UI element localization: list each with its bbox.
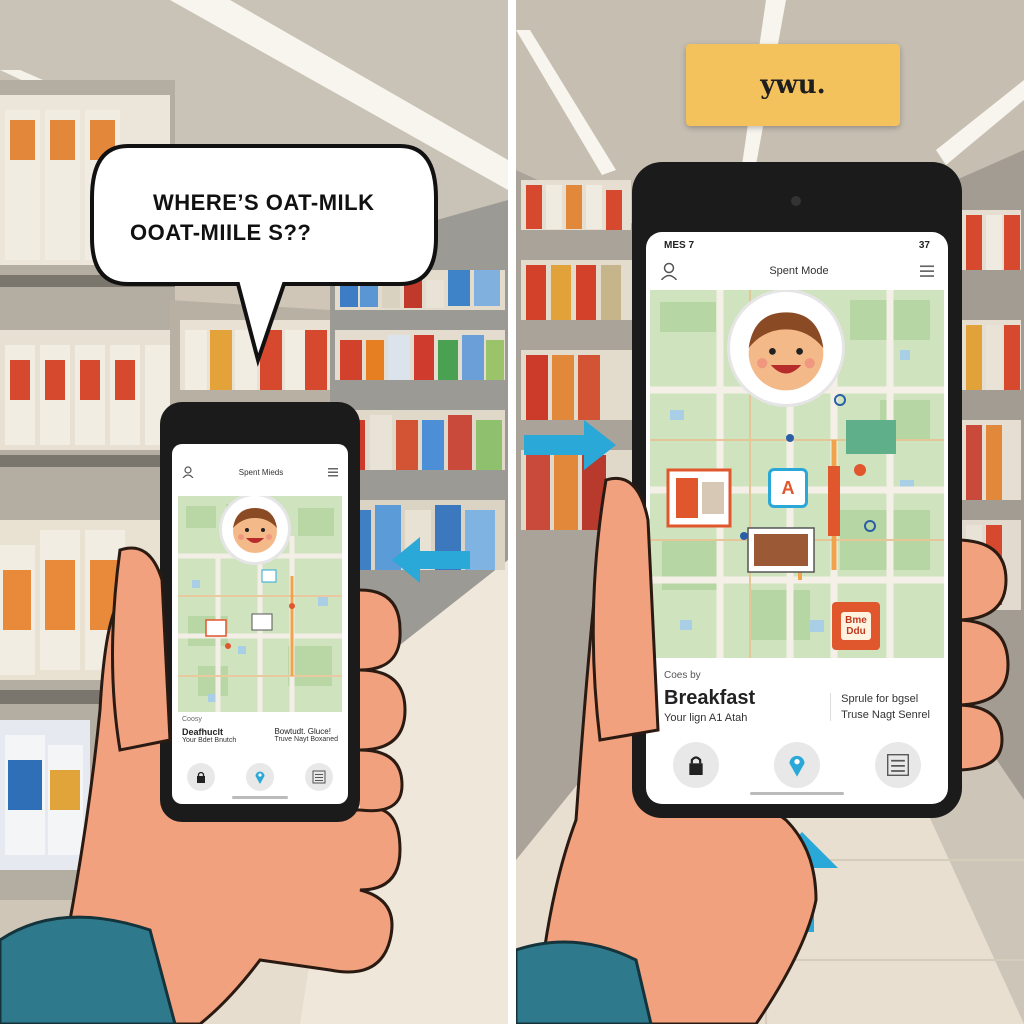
phone-notch [742, 176, 852, 196]
sleeve-left [0, 915, 177, 1024]
info-card[interactable]: Coes by Breakfast Your lign A1 Atah Spru… [646, 670, 948, 734]
status-left: MES 7 [664, 240, 695, 251]
home-indicator [750, 792, 844, 795]
location-pin-icon [255, 771, 265, 784]
info-subtitle: Your lign A1 Atah [664, 712, 748, 724]
list-icon [886, 754, 909, 776]
menu-icon[interactable] [328, 467, 338, 477]
list-button[interactable] [304, 763, 333, 791]
user-icon[interactable] [660, 262, 678, 280]
thumb-right [591, 477, 660, 742]
product-marker[interactable]: Bme Ddu [832, 602, 880, 650]
info-right-line-1: Sprule for bgsel [841, 693, 919, 705]
store-sign: ywu. [686, 44, 900, 126]
right-panel: ywu. MES 7 37 Spent Mode A Bme Ddu Coes … [516, 0, 1024, 1024]
list-icon [312, 770, 326, 784]
info-right-line-2: Truse Nagt Senrel [841, 709, 930, 721]
store-map[interactable]: A Bme Ddu [650, 290, 944, 658]
phone-right-screen: MES 7 37 Spent Mode A Bme Ddu Coes by Br… [646, 232, 948, 804]
product-marker-label: Bme Ddu [841, 612, 871, 640]
bottom-nav [172, 762, 348, 792]
location-pin-icon [789, 755, 805, 777]
phone-right: MES 7 37 Spent Mode A Bme Ddu Coes by Br… [632, 162, 962, 818]
location-button[interactable] [773, 742, 820, 788]
speech-line-2: OOAT-MIILE S?? [130, 220, 312, 245]
speech-bubble: WHERE’S OAT-MILK OOAT-MIILE S?? [88, 138, 440, 367]
speech-line-1: WHERE’S OAT-MILK [153, 190, 375, 215]
scene: WHERE’S OAT-MILK OOAT-MIILE S?? Spent Mi… [0, 0, 1024, 1024]
lock-icon [197, 771, 206, 783]
app-title: Spent Mieds [238, 467, 284, 477]
home-indicator [232, 796, 288, 799]
panel-divider [508, 0, 516, 1024]
lock-button[interactable] [187, 763, 216, 791]
phone-left-screen: Spent Mieds Coosy Deafhuclt Your Bdet Bn… [172, 444, 348, 804]
menu-icon[interactable] [920, 264, 934, 278]
thumb-left [111, 546, 172, 752]
info-label: Coes by [664, 670, 701, 681]
status-bar: MES 7 37 [646, 232, 948, 260]
status-right: 37 [918, 240, 930, 251]
info-title: Breakfast [664, 687, 756, 709]
lock-icon [689, 756, 703, 775]
info-right-title: Bowtudt. Gluce! [274, 727, 331, 736]
left-panel: WHERE’S OAT-MILK OOAT-MIILE S?? Spent Mi… [0, 0, 508, 1024]
avatar [730, 292, 842, 404]
list-button[interactable] [874, 742, 921, 788]
app-header: Spent Mieds [172, 462, 348, 482]
location-button[interactable] [245, 763, 274, 791]
info-label: Coosy [182, 716, 202, 723]
info-right-subtitle: Truve Nayt Boxaned [274, 736, 338, 743]
store-map[interactable] [178, 496, 342, 712]
info-card[interactable]: Coosy Deafhuclt Your Bdet Bnutch Bowtudt… [172, 716, 348, 756]
phone-left: Spent Mieds Coosy Deafhuclt Your Bdet Bn… [160, 402, 360, 822]
speech-bubble-text: WHERE’S OAT-MILK OOAT-MIILE S?? [130, 188, 428, 248]
map-marker-a[interactable]: A [768, 468, 808, 508]
app-header: Spent Mode [646, 258, 948, 284]
sleeve-right [516, 940, 653, 1024]
camera [791, 196, 801, 206]
avatar [222, 496, 288, 562]
app-title: Spent Mode [769, 265, 829, 277]
lock-button[interactable] [673, 742, 720, 788]
arrow-icon [524, 420, 616, 470]
speech-bubble-shape [90, 144, 438, 367]
user-icon[interactable] [182, 466, 194, 478]
info-title: Deafhuclt [182, 727, 224, 737]
info-subtitle: Your Bdet Bnutch [182, 737, 237, 744]
bottom-nav [646, 740, 948, 790]
